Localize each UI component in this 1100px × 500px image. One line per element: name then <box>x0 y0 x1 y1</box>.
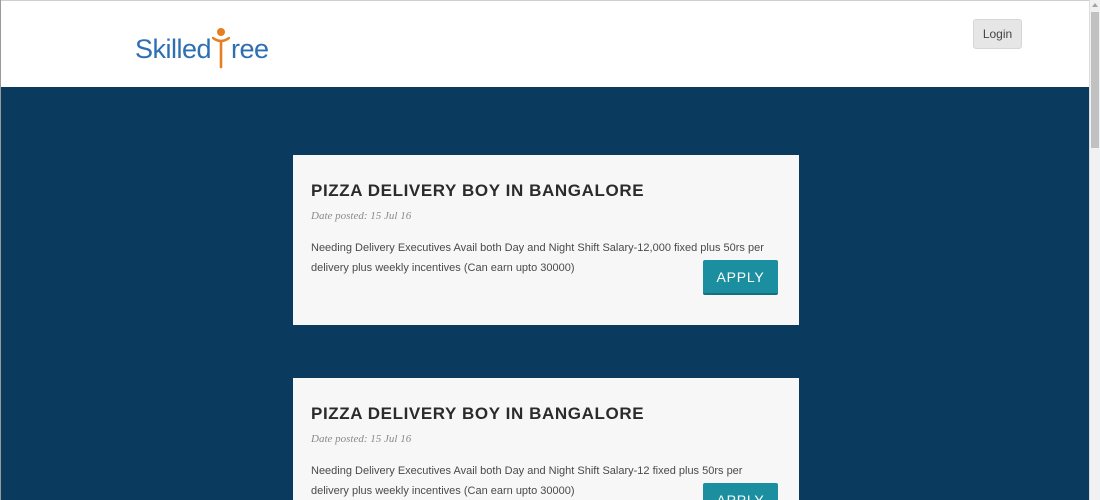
tree-person-icon <box>212 27 231 69</box>
apply-button[interactable]: APPLY <box>703 260 778 295</box>
apply-button[interactable]: APPLY <box>703 483 778 500</box>
vertical-scrollbar[interactable] <box>1089 0 1100 500</box>
job-card: PIZZA DELIVERY BOY IN BANGALORE Date pos… <box>293 155 799 325</box>
job-title[interactable]: PIZZA DELIVERY BOY IN BANGALORE <box>311 404 644 424</box>
job-card: PIZZA DELIVERY BOY IN BANGALORE Date pos… <box>293 378 799 500</box>
date-posted: Date posted: 15 Jul 16 <box>311 433 412 445</box>
browser-viewport: Skilled ree Login PIZZA DELIVERY BOY IN … <box>0 0 1089 500</box>
skilledtree-logo[interactable]: Skilled ree <box>135 27 269 69</box>
logo-text-right: ree <box>231 34 269 64</box>
date-posted: Date posted: 15 Jul 16 <box>311 210 412 222</box>
site-header: Skilled ree Login <box>1 0 1089 87</box>
scrollbar-thumb[interactable] <box>1091 12 1099 148</box>
scroll-up-icon[interactable] <box>1092 3 1098 7</box>
job-title[interactable]: PIZZA DELIVERY BOY IN BANGALORE <box>311 181 644 201</box>
logo-text-left: Skilled <box>135 34 212 64</box>
login-button[interactable]: Login <box>973 19 1022 49</box>
